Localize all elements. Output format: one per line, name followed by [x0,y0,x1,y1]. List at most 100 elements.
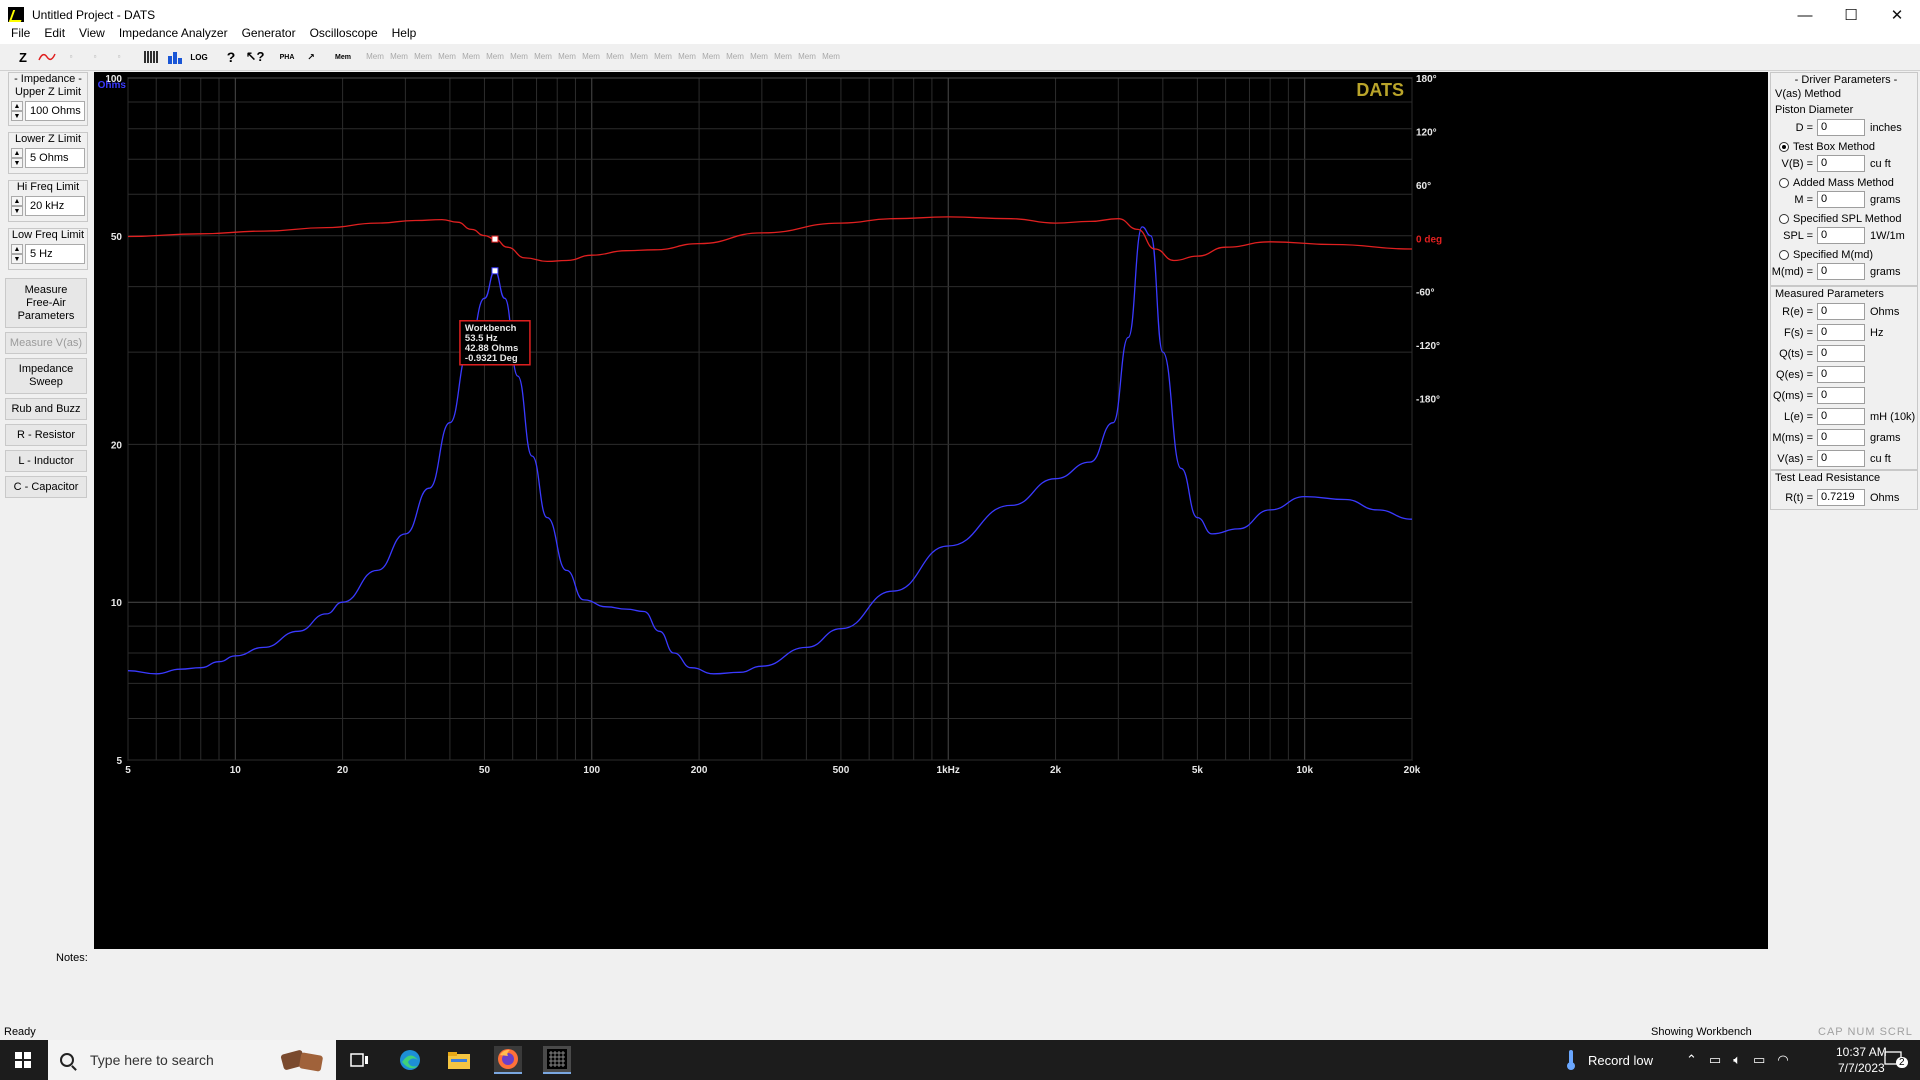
volume-icon[interactable]: 🔈︎ [1733,1052,1741,1068]
measure-free-air-button[interactable]: Measure Free-Air Parameters [5,278,87,328]
help-icon[interactable]: ? [220,46,242,68]
battery-icon[interactable]: ▭ [1753,1052,1765,1068]
spin-up-icon[interactable]: ▲ [11,196,23,206]
vb-input[interactable]: 0 [1817,155,1865,172]
menu-bar: File Edit View Impedance Analyzer Genera… [0,22,1920,44]
upper-z-input[interactable]: 100 Ohms [25,101,85,121]
upper-z-group: - Impedance - Upper Z Limit ▲ ▼ 100 Ohms [8,72,88,126]
start-button[interactable] [0,1040,46,1080]
rt-row: R(t) = 0.7219 Ohms [1771,489,1899,506]
impedance-plot[interactable]: 5 10 20 50 100 200 500 1kHz 2k 5k 10k 20k 100 50 20 10 5… [94,72,1768,949]
spin-down-icon[interactable]: ▼ [11,111,23,121]
memory-slot-icon: Mem [438,52,456,61]
spin-up-icon[interactable]: ▲ [11,101,23,111]
notification-button[interactable]: 2 [1884,1040,1908,1080]
resistor-button[interactable]: R - Resistor [5,424,87,446]
radio-icon[interactable] [1779,250,1789,260]
rt-input[interactable]: 0.7219 [1817,489,1865,506]
vb-unit: cu ft [1870,157,1891,170]
network-device-icon[interactable]: ▭ [1709,1052,1721,1068]
radio-selected-icon[interactable] [1779,142,1789,152]
impedance-z-button[interactable]: Z [12,46,34,68]
lower-z-input[interactable]: 5 Ohms [25,148,85,168]
radio-icon[interactable] [1779,178,1789,188]
spin-up-icon[interactable]: ▲ [11,148,23,158]
menu-impedance-analyzer[interactable]: Impedance Analyzer [112,26,235,40]
mms-value: 0 [1817,429,1865,446]
specified-spl-method-radio[interactable]: Specified SPL Method [1779,213,1901,225]
qts-label: Q(ts) = [1779,347,1813,360]
chart-svg[interactable]: 5 10 20 50 100 200 500 1kHz 2k 5k 10k 20k1005020105… [94,72,1768,949]
grid-lines-icon[interactable] [140,46,162,68]
mmd-input[interactable]: 0 [1817,263,1865,280]
phase-wave-icon[interactable] [36,46,58,68]
phase-tick-label: 60° [1416,181,1431,192]
specified-mmd-radio[interactable]: Specified M(md) [1779,249,1873,261]
disabled-tool-icon: ▫ [69,52,73,61]
bar-graph-icon[interactable] [164,46,186,68]
status-bar: Ready Showing Workbench CAP NUM SCRL [0,1024,1920,1040]
dats-app-icon[interactable] [543,1046,571,1074]
driver-parameters-title: - Driver Parameters - [1794,74,1898,86]
spin-down-icon[interactable]: ▼ [11,206,23,216]
hi-freq-input[interactable]: 20 kHz [25,196,85,216]
phase-button[interactable]: PHA [276,46,298,68]
measured-row: Q(ms) = 0 [1771,387,1870,404]
memory-button[interactable]: Mem [332,46,354,68]
menu-help[interactable]: Help [385,26,424,40]
impedance-sweep-button[interactable]: Impedance Sweep [5,358,87,394]
menu-view[interactable]: View [72,26,112,40]
menu-file[interactable]: File [4,26,37,40]
menu-oscilloscope[interactable]: Oscilloscope [303,26,385,40]
rub-and-buzz-button[interactable]: Rub and Buzz [5,398,87,420]
thermometer-icon [1567,1050,1575,1070]
taskbar-clock[interactable]: 10:37 AM 7/7/2023 [1836,1044,1887,1076]
inductor-button[interactable]: L - Inductor [5,450,87,472]
measured-row: Q(ts) = 0 [1771,345,1870,362]
windows-logo-icon [15,1052,31,1068]
d-input[interactable]: 0 [1817,119,1865,136]
taskbar-search[interactable]: Type here to search [48,1040,336,1080]
context-help-icon[interactable]: ↖? [244,46,266,68]
edge-browser-icon[interactable] [396,1046,424,1074]
phase-tick-label: 180° [1416,74,1437,85]
m-input[interactable]: 0 [1817,191,1865,208]
memory-slot-icon: Mem [582,52,600,61]
memory-slot-icon: Mem [630,52,648,61]
spl-label: SPL = [1783,229,1813,242]
capacitor-button[interactable]: C - Capacitor [5,476,87,498]
qms-value: 0 [1817,387,1865,404]
firefox-icon[interactable] [494,1046,522,1074]
spl-input[interactable]: 0 [1817,227,1865,244]
task-view-icon[interactable] [346,1046,374,1074]
spin-up-icon[interactable]: ▲ [11,244,23,254]
chevron-up-icon[interactable]: ⌃ [1686,1052,1697,1068]
low-freq-input[interactable]: 5 Hz [25,244,85,264]
impedance-title: - Impedance - [14,73,82,85]
memory-slot-icon: Mem [486,52,504,61]
measure-vas-button[interactable]: Measure V(as) [5,332,87,354]
notes-label: Notes: [56,952,88,964]
memory-slot-icon: Mem [750,52,768,61]
notes-area[interactable]: Notes: [0,952,1920,1024]
menu-edit[interactable]: Edit [37,26,72,40]
memory-slot-icon: Mem [366,52,384,61]
log-scale-button[interactable]: LOG [188,46,210,68]
spin-down-icon[interactable]: ▼ [11,254,23,264]
vas-method-label: V(as) Method [1775,88,1842,100]
wave-tool-icon[interactable]: ↗ [300,46,322,68]
wifi-icon[interactable]: ◠ [1777,1052,1788,1068]
spin-down-icon[interactable]: ▼ [11,158,23,168]
test-box-method-radio[interactable]: Test Box Method [1779,141,1875,153]
x-tick-label: 50 [479,765,491,776]
x-tick-label: 1kHz [937,765,960,776]
impedance-curve [127,226,1413,675]
weather-widget[interactable]: Record low [1564,1040,1653,1080]
added-mass-method-radio[interactable]: Added Mass Method [1779,177,1894,189]
file-explorer-icon[interactable] [445,1046,473,1074]
clock-time: 10:37 AM [1836,1045,1887,1059]
radio-icon[interactable] [1779,214,1789,224]
menu-generator[interactable]: Generator [235,26,303,40]
measured-row: M(ms) = 0 grams [1771,429,1901,446]
memory-slot-icon: Mem [678,52,696,61]
